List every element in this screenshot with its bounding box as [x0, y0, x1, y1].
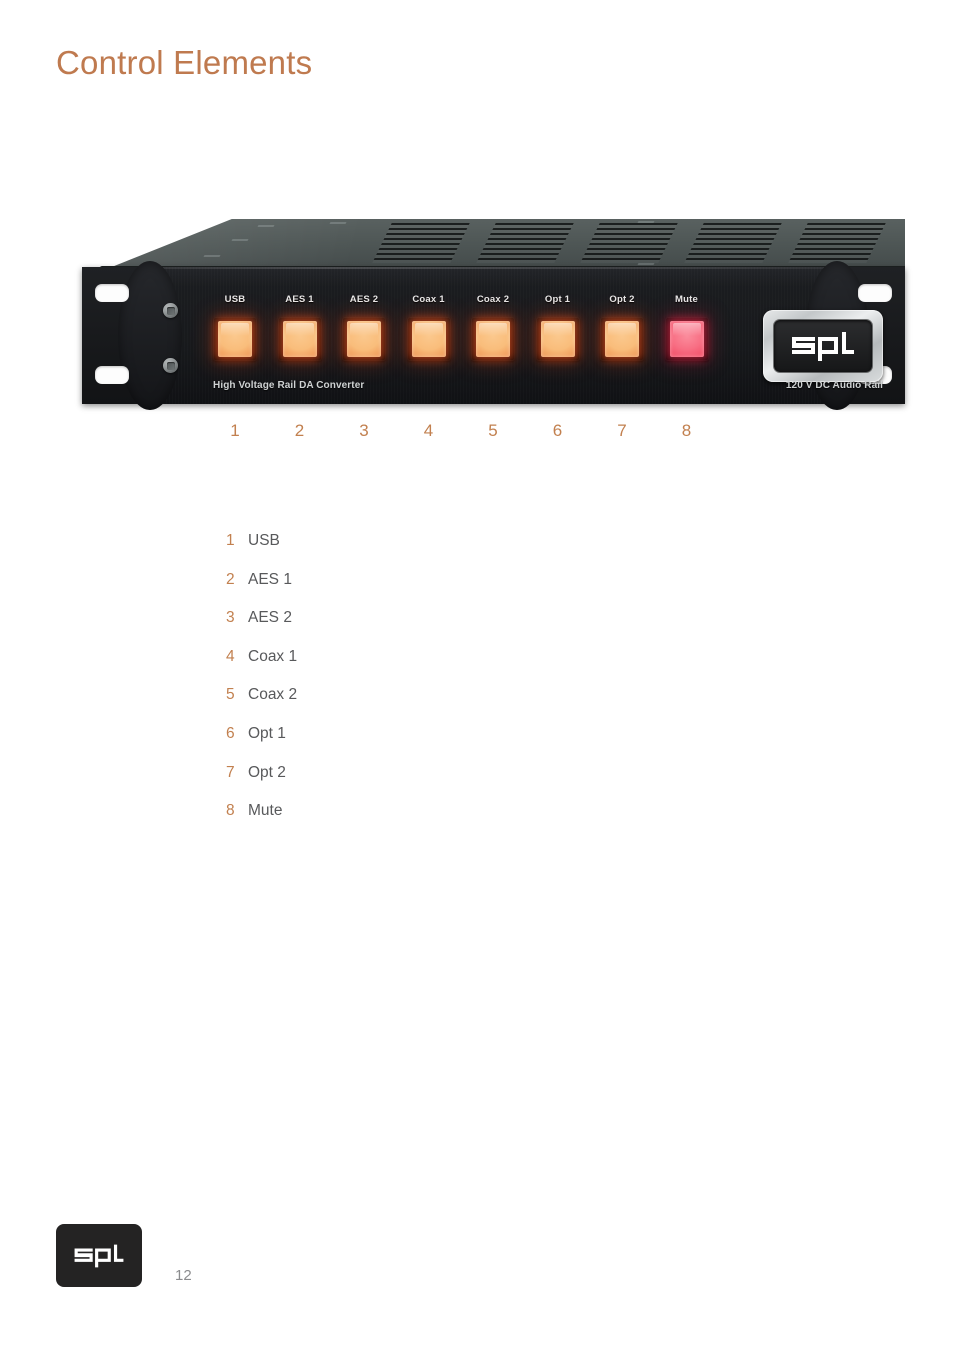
rack-ear-left-curve [118, 261, 182, 410]
device-button-gloss [543, 323, 572, 336]
footer-spl-logo [56, 1224, 142, 1287]
faceplate-caption: High Voltage Rail DA Converter 120 V DC … [213, 377, 883, 391]
device-button-lamp [282, 321, 317, 357]
legend-item-label: Coax 2 [248, 686, 298, 704]
legend-item-label: AES 1 [248, 570, 292, 588]
callout-number-row: 1 2 3 4 5 6 7 8 [213, 421, 733, 447]
device-button-gloss [479, 323, 507, 336]
callout-number-2: 2 [294, 421, 305, 440]
device-button-lamp [540, 321, 575, 357]
device-button-gloss [285, 323, 314, 336]
device-button-gloss [414, 323, 443, 336]
rack-ear-left [82, 261, 182, 410]
legend-item: 5 Coax 2 [226, 686, 526, 725]
callout-number-1: 1 [230, 421, 240, 440]
device-button-lamp [218, 321, 252, 357]
legend-item-number: 6 [226, 724, 235, 742]
device-button-frame [664, 317, 709, 361]
spl-badge-inset [774, 320, 872, 372]
legend-item-number: 4 [226, 647, 235, 665]
lid-nick-6 [637, 263, 655, 265]
device-button-frame [213, 317, 257, 361]
device-button-lamp [411, 321, 446, 357]
legend-item-number: 2 [226, 570, 235, 588]
legend-item-label: Coax 1 [248, 647, 298, 665]
device-button-label: Mute [675, 294, 698, 305]
legend-item-number: 3 [226, 609, 235, 627]
device-button-label: Opt 1 [544, 294, 571, 305]
device-button-gloss [221, 323, 249, 336]
device-button-lamp [605, 321, 639, 357]
lid-nick-2 [231, 239, 249, 241]
legend-item-number: 1 [226, 532, 235, 549]
device-button-label: Coax 2 [476, 294, 510, 305]
device-button-lamp [347, 321, 381, 357]
rack-mount-hole-top-right [858, 284, 892, 302]
manual-page: Control Elements USB AES 1 AES 2 Coax 1 … [0, 0, 954, 1350]
spl-badge-plate [763, 310, 883, 382]
legend-item: 6 Opt 1 [226, 725, 526, 764]
legend-item-number: 7 [226, 763, 235, 781]
device-button-lamp [476, 321, 510, 357]
legend-item-number: 5 [226, 686, 235, 704]
page-number: 12 [175, 1267, 192, 1284]
hex-screw-top-icon [163, 303, 178, 318]
legend-item: 1 USB [226, 532, 526, 571]
device-illustration: USB AES 1 AES 2 Coax 1 Coax 2 Opt 1 Opt 2 Mute [82, 219, 905, 410]
device-rail-caption: 120 V DC Audio Rail [785, 380, 883, 391]
rack-mount-hole-bottom-left [95, 366, 129, 384]
callout-number-8: 8 [681, 421, 692, 440]
device-button-frame [277, 317, 322, 361]
device-top-panel [82, 219, 905, 271]
callout-number-7: 7 [617, 421, 627, 440]
button-row: USB AES 1 AES 2 Coax 1 Coax 2 Opt 1 Opt 2 Mute [213, 294, 733, 375]
legend-item-label: Mute [248, 802, 283, 820]
legend-item: 2 AES 1 [226, 571, 526, 610]
legend-item: 4 Coax 1 [226, 648, 526, 687]
callout-number-5: 5 [488, 421, 498, 440]
device-button-lamp [669, 321, 704, 357]
device-faceplate: USB AES 1 AES 2 Coax 1 Coax 2 Opt 1 Opt 2 Mute [82, 261, 905, 410]
device-button-label: Coax 1 [412, 294, 445, 305]
device-button-frame [471, 317, 515, 361]
device-button-label: AES 2 [349, 294, 379, 305]
legend-item: 8 Mute [226, 802, 526, 841]
device-button-label: USB [224, 294, 246, 305]
legend-item-label: Opt 2 [248, 763, 286, 781]
device-button-label: Opt 2 [609, 294, 635, 305]
legend-item: 3 AES 2 [226, 609, 526, 648]
device-button-frame [600, 317, 644, 361]
device-button-label: AES 1 [285, 294, 314, 305]
callout-number-6: 6 [552, 421, 563, 440]
device-button-frame [406, 317, 451, 361]
legend-list: 1 USB 2 AES 1 3 AES 2 4 Coax 1 5 Coax 2 6 Opt 1 7 Opt… [226, 532, 526, 841]
callout-number-3: 3 [359, 421, 369, 440]
faceplate-top-highlight [82, 267, 905, 269]
callout-number-4: 4 [423, 421, 434, 440]
device-model-caption: High Voltage Rail DA Converter [213, 380, 365, 391]
device-button-frame [535, 317, 580, 361]
device-button-frame [342, 317, 386, 361]
device-button-gloss [350, 323, 378, 336]
lid-nick-4 [329, 222, 347, 224]
rack-mount-hole-top-left [95, 284, 129, 302]
legend-item-number: 8 [226, 802, 235, 820]
spl-logo-icon [792, 331, 854, 361]
lid-nick-1 [257, 225, 275, 227]
legend-item-label: USB [248, 532, 280, 549]
legend-item-label: AES 2 [248, 609, 292, 627]
lid-nick-5 [637, 221, 655, 223]
hex-screw-bottom-icon [163, 358, 178, 373]
page-title: Control Elements [56, 44, 313, 81]
spl-logo-icon [74, 1244, 124, 1267]
device-button-gloss [672, 323, 701, 336]
legend-item: 7 Opt 2 [226, 764, 526, 803]
lid-nick-3 [203, 255, 221, 257]
device-button-gloss [608, 323, 636, 336]
legend-item-label: Opt 1 [248, 724, 286, 742]
